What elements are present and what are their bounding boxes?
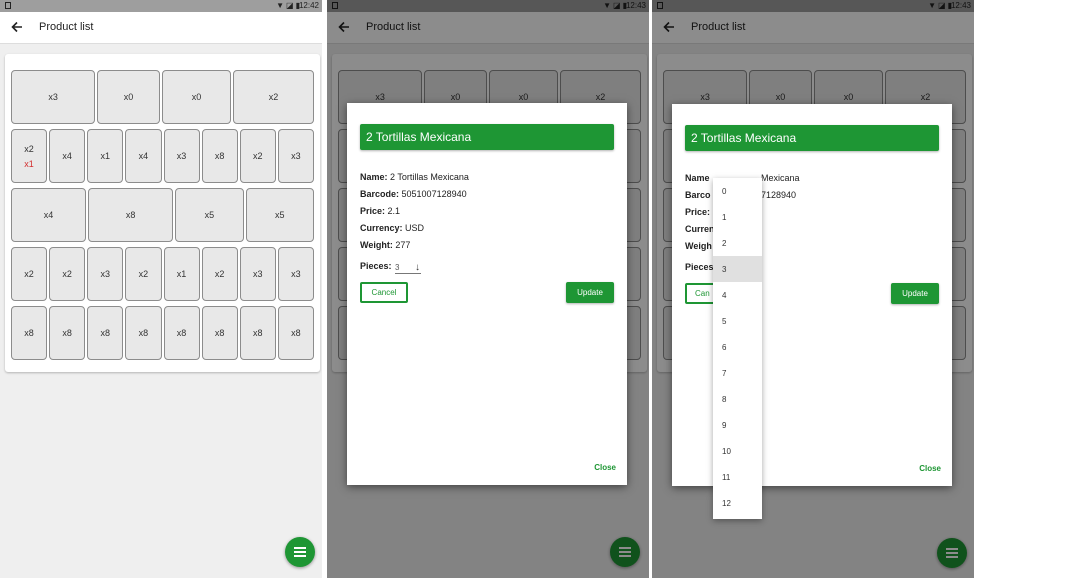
screen-product-list: ▼◪▮ 12:42 Product list x3 x0 x0 x2 x2 x1 … xyxy=(0,0,322,578)
grid-cell[interactable]: x4 xyxy=(125,129,162,183)
sim-icon xyxy=(5,2,11,9)
field-name: Name: 2 Tortillas Mexicana xyxy=(360,172,469,182)
screen-pieces-dropdown: ▼◪▮ 12:43 Product list x3 x0 x0 x2 2 Tor… xyxy=(652,0,974,578)
grid-cell[interactable]: x3 xyxy=(277,247,314,301)
field-price: Price: xyxy=(685,207,711,217)
field-name: Name xyxy=(685,173,710,183)
field-barcode: Barcode: 5051007128940 xyxy=(360,189,467,199)
list-icon xyxy=(294,547,306,557)
update-button[interactable]: Update xyxy=(566,282,614,303)
grid-cell[interactable]: x4 xyxy=(49,129,86,183)
arrow-down-icon: ↓ xyxy=(415,262,420,273)
dropdown-option[interactable]: 4 xyxy=(713,282,762,308)
update-button[interactable]: Update xyxy=(891,283,939,304)
grid-cell[interactable]: x5 xyxy=(245,188,314,242)
app-bar: Product list xyxy=(0,12,322,44)
field-pieces-label: Pieces xyxy=(685,262,714,272)
grid-cell[interactable]: x3 xyxy=(87,247,124,301)
grid-cell[interactable]: x3 xyxy=(239,247,276,301)
grid-cell[interactable]: x2 xyxy=(232,70,314,124)
field-currency: Curren xyxy=(685,224,715,234)
screen-product-dialog: ▼◪▮ 12:43 Product list x3 x0 x0 x2 2 Tor… xyxy=(327,0,649,578)
dropdown-option[interactable]: 7 xyxy=(713,360,762,386)
field-weight: Weight: 277 xyxy=(360,240,411,250)
grid-cell[interactable]: x2 xyxy=(49,247,86,301)
grid-cell[interactable]: x0 xyxy=(97,70,160,124)
grid-cell[interactable]: x2 x1 xyxy=(11,129,48,183)
pieces-select-value: 3 xyxy=(395,263,400,272)
dropdown-option[interactable]: 12 xyxy=(713,490,762,516)
grid-cell[interactable]: x3 xyxy=(11,70,96,124)
grid-cell[interactable]: x8 xyxy=(277,306,314,360)
field-pieces-label: Pieces: xyxy=(360,261,392,271)
close-button[interactable]: Close xyxy=(594,463,616,472)
dropdown-option[interactable]: 11 xyxy=(713,464,762,490)
dropdown-option[interactable]: 9 xyxy=(713,412,762,438)
grid-cell[interactable]: x2 xyxy=(201,247,238,301)
grid-cell[interactable]: x8 xyxy=(88,188,174,242)
grid-cell[interactable]: x8 xyxy=(201,129,238,183)
field-barcode-value: 7128940 xyxy=(761,190,797,200)
dropdown-option[interactable]: 2 xyxy=(713,230,762,256)
grid-cell[interactable]: x8 xyxy=(163,306,200,360)
grid-cell[interactable]: x5 xyxy=(175,188,244,242)
field-currency: Currency: USD xyxy=(360,223,425,233)
page-title: Product list xyxy=(39,21,94,33)
menu-fab-button[interactable] xyxy=(285,537,315,567)
dropdown-option[interactable]: 0 xyxy=(713,178,762,204)
product-dialog: 2 Tortillas Mexicana Name: 2 Tortillas M… xyxy=(347,103,627,485)
grid-cell[interactable]: x2 xyxy=(11,247,48,301)
grid-cell[interactable]: x8 xyxy=(11,306,48,360)
grid-cell[interactable]: x8 xyxy=(125,306,162,360)
grid-cell[interactable]: x1 xyxy=(87,129,124,183)
dropdown-option[interactable]: 1 xyxy=(713,204,762,230)
grid-cell[interactable]: x3 xyxy=(163,129,200,183)
grid-cell[interactable]: x2 xyxy=(125,247,162,301)
back-arrow-icon[interactable] xyxy=(9,19,25,35)
dropdown-option[interactable]: 6 xyxy=(713,334,762,360)
field-name-value: Mexicana xyxy=(761,173,800,183)
grid-cell[interactable]: x0 xyxy=(161,70,231,124)
grid-cell[interactable]: x1 xyxy=(163,247,200,301)
field-weight: Weigh xyxy=(685,241,712,251)
grid-cell[interactable]: x8 xyxy=(49,306,86,360)
field-price: Price: 2.1 xyxy=(360,206,401,216)
grid-cell[interactable]: x8 xyxy=(201,306,238,360)
dropdown-option[interactable]: 5 xyxy=(713,308,762,334)
grid-cell[interactable]: x8 xyxy=(239,306,276,360)
field-barcode: Barco xyxy=(685,190,711,200)
grid-cell[interactable]: x3 xyxy=(277,129,314,183)
status-time: 12:42 xyxy=(298,1,319,10)
pieces-select[interactable]: 3 ↓ xyxy=(395,262,421,274)
dropdown-option-selected[interactable]: 3 xyxy=(713,256,762,282)
status-bar: ▼◪▮ 12:42 xyxy=(0,0,322,12)
dropdown-option[interactable]: 10 xyxy=(713,438,762,464)
grid-cell[interactable]: x8 xyxy=(87,306,124,360)
grid-cell-warning-count: x1 xyxy=(24,158,34,169)
grid-cell[interactable]: x4 xyxy=(11,188,87,242)
dialog-title: 2 Tortillas Mexicana xyxy=(685,125,939,151)
product-grid-card: x3 x0 x0 x2 x2 x1 x4 x1 x4 x3 x8 x2 x3 x4… xyxy=(5,54,320,372)
cancel-button[interactable]: Cancel xyxy=(360,282,408,303)
grid-cell[interactable]: x2 xyxy=(239,129,276,183)
close-button[interactable]: Close xyxy=(919,464,941,473)
pieces-dropdown-menu: 0 1 2 3 4 5 6 7 8 9 10 11 12 xyxy=(713,178,762,519)
dialog-title: 2 Tortillas Mexicana xyxy=(360,124,614,150)
cancel-button[interactable]: Can xyxy=(685,283,715,304)
dropdown-option[interactable]: 8 xyxy=(713,386,762,412)
